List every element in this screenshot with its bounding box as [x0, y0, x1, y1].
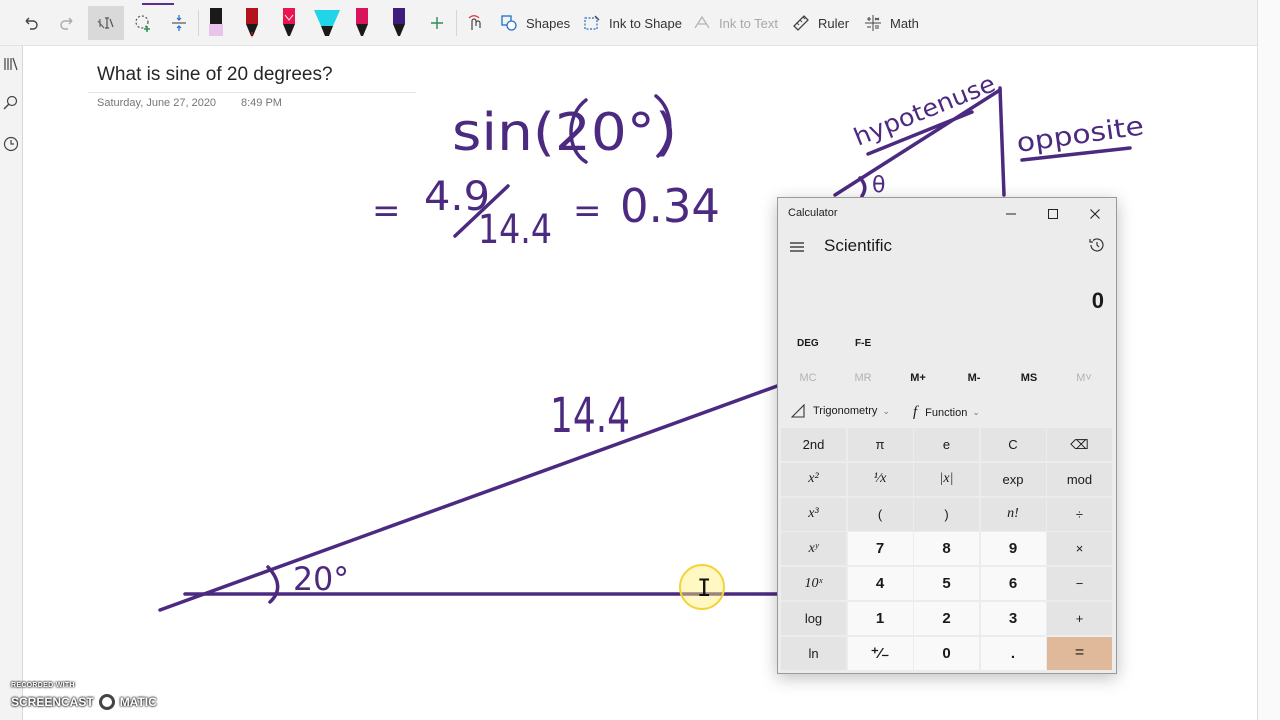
ten-power-button[interactable]: 10ˣ: [781, 567, 846, 601]
digit-2-button[interactable]: 2: [914, 602, 979, 635]
watermark-left: SCREENCAST: [11, 695, 94, 709]
ink-hyp-length: 14.4: [550, 388, 630, 444]
hamburger-icon: [790, 242, 804, 252]
ink-theta: θ: [872, 173, 885, 198]
digit-0-button[interactable]: 0: [914, 636, 979, 670]
ink-equals-1: =: [372, 191, 401, 231]
pi-button[interactable]: π: [847, 428, 913, 461]
fe-button[interactable]: F-E: [855, 338, 871, 349]
cube-button[interactable]: x³: [781, 497, 846, 531]
function-dropdown[interactable]: f Function ⌄: [913, 404, 980, 421]
calculator-window: Calculator Scientific 0 DEG F-E MC MR M+…: [777, 197, 1117, 674]
equals-button[interactable]: =: [1047, 636, 1112, 670]
watermark-logo: SCREENCAST MATIC: [11, 694, 157, 710]
exp-button[interactable]: exp: [980, 462, 1046, 496]
memory-list-button[interactable]: M˅: [1064, 372, 1104, 384]
digit-3-button[interactable]: 3: [980, 602, 1046, 635]
e-button[interactable]: e: [914, 428, 979, 461]
calculator-keypad: 2nd π e C ⌫ x² ¹⁄x |x| exp mod x³() n! ÷ xʸ 7 8 9 × 10ˣ 4 5 6…: [781, 428, 1113, 672]
ink-sin-20: sin(20°): [452, 103, 677, 163]
backspace-button[interactable]: ⌫: [1047, 428, 1112, 461]
triangle-icon: [791, 404, 805, 418]
small-triangle-opp: [998, 86, 1006, 197]
history-button[interactable]: [1088, 236, 1108, 256]
small-angle-arc: [858, 176, 867, 198]
trigonometry-dropdown[interactable]: Trigonometry ⌄: [791, 404, 890, 418]
close-icon: [1090, 209, 1100, 219]
memory-clear-button[interactable]: MC: [788, 372, 828, 384]
negate-button[interactable]: ⁺⁄₋: [847, 636, 913, 670]
calculator-mode-title: Scientific: [824, 236, 893, 255]
trigonometry-label: Trigonometry: [813, 405, 878, 417]
add-button[interactable]: +: [1047, 602, 1112, 635]
ink-result: 0.34: [620, 179, 720, 233]
factorial-button[interactable]: n!: [980, 497, 1046, 531]
digit-8-button[interactable]: 8: [914, 532, 979, 566]
memory-add-button[interactable]: M+: [898, 372, 938, 384]
clear-button[interactable]: C: [980, 428, 1046, 461]
digit-5-button[interactable]: 5: [914, 567, 979, 601]
chevron-down-icon: ⌄: [972, 407, 980, 417]
watermark-dot-icon: [98, 694, 115, 710]
digit-6-button[interactable]: 6: [980, 567, 1046, 601]
decimal-button[interactable]: .: [980, 636, 1046, 670]
ink-angle-20: 20°: [293, 560, 349, 598]
square-button[interactable]: x²: [781, 462, 846, 496]
maximize-icon: [1048, 209, 1058, 219]
divide-button[interactable]: ÷: [1047, 497, 1112, 531]
watermark-right: MATIC: [119, 695, 157, 709]
subtract-button[interactable]: −: [1047, 567, 1112, 601]
memory-store-button[interactable]: MS: [1009, 372, 1049, 384]
function-label: Function: [925, 406, 968, 419]
calculator-menu-button[interactable]: [788, 238, 806, 256]
digit-1-button[interactable]: 1: [847, 602, 913, 635]
onenote-window: Shapes Ink to Shape Ink to Text Ruler Ma…: [0, 0, 1280, 720]
text-cursor-icon: I: [697, 574, 712, 602]
close-paren-button[interactable]: ): [914, 497, 979, 531]
function-icon: f: [913, 404, 918, 420]
history-icon: [1089, 238, 1104, 252]
digit-9-button[interactable]: 9: [980, 532, 1046, 566]
maximize-button[interactable]: [1032, 198, 1074, 230]
calculator-title: Calculator: [788, 207, 838, 219]
ln-button[interactable]: ln: [781, 636, 846, 670]
minimize-icon: [1006, 213, 1016, 215]
memory-subtract-button[interactable]: M-: [954, 372, 994, 384]
second-button[interactable]: 2nd: [781, 428, 846, 461]
ink-denominator: 14.4: [478, 207, 552, 253]
power-button[interactable]: xʸ: [781, 532, 846, 566]
mod-button[interactable]: mod: [1047, 462, 1112, 496]
watermark-recorded: RECORDED WITH: [11, 682, 75, 689]
angle-unit-button[interactable]: DEG: [797, 338, 819, 349]
close-button[interactable]: [1074, 198, 1116, 230]
reciprocal-button[interactable]: ¹⁄x: [847, 462, 913, 496]
absolute-button[interactable]: |x|: [914, 462, 979, 496]
memory-recall-button[interactable]: MR: [843, 372, 883, 384]
minimize-button[interactable]: [990, 198, 1032, 230]
digit-7-button[interactable]: 7: [847, 532, 913, 566]
chevron-down-icon: ⌄: [882, 405, 890, 416]
log-button[interactable]: log: [781, 602, 846, 635]
open-paren-button[interactable]: (: [847, 497, 913, 531]
angle-arc: [266, 565, 280, 604]
calculator-display: 0: [1091, 288, 1104, 313]
ink-equals-2: =: [573, 191, 602, 231]
digit-4-button[interactable]: 4: [847, 567, 913, 601]
multiply-button[interactable]: ×: [1047, 532, 1112, 566]
calculator-titlebar[interactable]: Calculator: [778, 198, 1116, 230]
